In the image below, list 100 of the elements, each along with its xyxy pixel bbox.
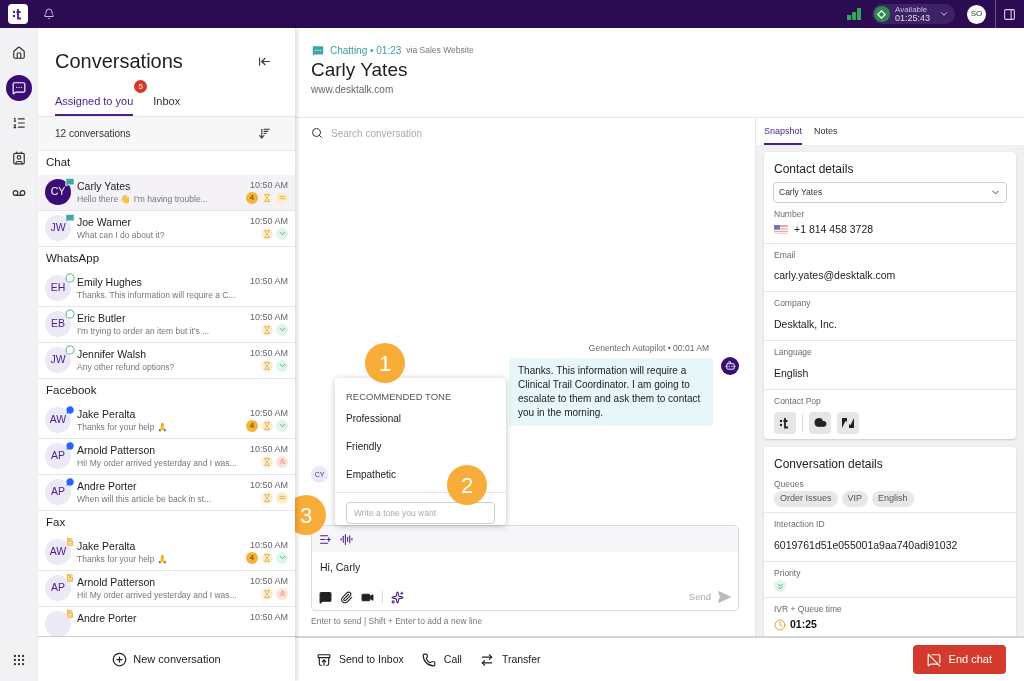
- conversation-item[interactable]: JW Joe Warner What can I do about it? 10:50 AM: [38, 210, 295, 247]
- avatar: EB: [45, 310, 71, 337]
- new-conversation-button[interactable]: New conversation: [112, 650, 221, 668]
- field-value: English: [774, 366, 809, 379]
- conversation-item[interactable]: Andre Porter 10:50 AM: [38, 606, 295, 636]
- field-value: +1 814 458 3728: [794, 221, 874, 237]
- contact-name: Arnold Patterson: [77, 574, 157, 589]
- transfer-arrows-icon: [479, 652, 494, 667]
- message-preview: Thanks. This information will require a C...: [77, 288, 236, 301]
- contact-select[interactable]: Carly Yates: [773, 182, 1007, 203]
- action-button[interactable]: Transfer: [479, 651, 541, 668]
- avatar: CY: [45, 178, 71, 205]
- apps-grid-icon[interactable]: [12, 653, 26, 667]
- field-label: Number: [774, 208, 805, 221]
- sparkles-icon[interactable]: [391, 590, 404, 604]
- contact-name: Jake Peralta: [77, 538, 137, 553]
- conversation-item[interactable]: EH Emily Hughes Thanks. This information will require a C... 10:50 AM: [38, 270, 295, 307]
- queue-tag: English: [872, 491, 914, 507]
- panel-toggle-icon[interactable]: [1003, 7, 1016, 21]
- conversation-item[interactable]: AP Arnold Patterson Hi! My order arrived yesterday and I was... 10:50 AM: [38, 570, 295, 607]
- collapse-icon[interactable]: [258, 54, 271, 68]
- avatar: JW: [45, 346, 71, 373]
- conversation-item[interactable]: EB Eric Butler I'm trying to order an item but it's ... 10:50 AM: [38, 306, 295, 343]
- inbox-icon: [317, 652, 331, 667]
- card-title: Conversation details: [773, 455, 884, 473]
- bell-icon[interactable]: [43, 8, 55, 20]
- contact-name: Jake Peralta: [77, 406, 137, 421]
- callout-marker: 3: [295, 495, 326, 535]
- group-heading: Chat: [45, 154, 72, 170]
- contact-name: Andre Porter: [77, 478, 138, 493]
- chat-bubble-icon: [65, 212, 75, 223]
- chevron-down-icon: [939, 9, 949, 19]
- status-selector[interactable]: Available 01:25:43: [871, 4, 955, 24]
- contact-name: Jennifer Walsh: [77, 346, 148, 361]
- chat-bubble-icon: [65, 176, 75, 187]
- cloud-icon[interactable]: [809, 411, 831, 434]
- conversation-item[interactable]: AP Andre Porter When will this article be back in st... 10:50 AM: [38, 474, 295, 511]
- field-label: Language: [774, 346, 812, 359]
- tab[interactable]: Inbox: [153, 93, 181, 116]
- avatar: AW: [45, 538, 71, 565]
- conversation-item[interactable]: AW Jake Peralta Thanks for your help 🙏 10:50 AM 4: [38, 534, 295, 571]
- group-heading: WhatsApp: [45, 250, 101, 266]
- tone-input[interactable]: Write a tone you want: [346, 502, 495, 525]
- app-logo-icon[interactable]: [774, 411, 796, 434]
- messenger-bubble-icon: [65, 404, 75, 415]
- card-title: Contact details: [773, 161, 855, 178]
- message-preview: Thanks for your help 🙏: [77, 420, 168, 433]
- conversation-item[interactable]: JW Jennifer Walsh Any other refund options? 10:50 AM: [38, 342, 295, 379]
- contact-title: Carly Yates: [311, 58, 409, 82]
- chat-off-icon: [926, 652, 941, 667]
- message-time: 10:50 AM: [249, 274, 288, 287]
- tone-option[interactable]: Friendly: [346, 438, 382, 454]
- message-preview: Hi! My order arrived yesterday and I was...: [77, 588, 237, 601]
- app-logo-icon[interactable]: [8, 4, 28, 24]
- message-time: 10:50 AM: [249, 310, 288, 323]
- send-icon: [717, 590, 731, 605]
- add-list-icon[interactable]: [319, 532, 332, 546]
- quick-reply-icon[interactable]: [319, 590, 332, 604]
- message-time: 10:50 AM: [249, 406, 288, 419]
- conversation-item[interactable]: AP Arnold Patterson Hi! My order arrived yesterday and I was... 10:50 AM: [38, 438, 295, 475]
- avatar: EH: [45, 274, 71, 301]
- action-button[interactable]: Send to Inbox: [317, 651, 404, 668]
- status-label: Available: [894, 5, 929, 14]
- field-label: IVR + Queue time: [774, 603, 842, 616]
- message-input[interactable]: Hi, Carly: [320, 560, 730, 576]
- user-avatar[interactable]: SO: [967, 4, 986, 24]
- conversation-item[interactable]: CY Carly Yates Hello there 👋 I'm having trouble... 10:50 AM 4: [38, 174, 295, 211]
- tab[interactable]: Notes: [814, 124, 838, 145]
- zigzag-logo-icon[interactable]: [837, 411, 859, 434]
- field-label: Email: [774, 248, 796, 262]
- action-button[interactable]: Call: [421, 651, 462, 668]
- field-value: 6019761d51e055001a9aa740adi91032: [774, 538, 958, 551]
- tone-option[interactable]: Professional: [346, 410, 402, 426]
- document-icon: [65, 608, 75, 619]
- attachment-icon[interactable]: [340, 590, 353, 604]
- conversation-item[interactable]: AW Jake Peralta Thanks for your help 🙏 10:50 AM 4: [38, 402, 295, 439]
- group-heading: Facebook: [45, 382, 98, 398]
- voice-tone-icon[interactable]: [340, 532, 353, 546]
- contact-website: www.desktalk.com: [311, 83, 395, 97]
- field-value: carly.yates@desktalk.com: [774, 269, 896, 282]
- tab[interactable]: Snapshot: [764, 124, 803, 145]
- status-timer: 01:25:43: [894, 14, 930, 23]
- sort-icon[interactable]: [258, 126, 271, 140]
- message-preview: Hi! My order arrived yesterday and I was...: [77, 456, 237, 469]
- panel-title: Conversations: [55, 49, 183, 74]
- search-field[interactable]: Search conversation: [331, 125, 755, 141]
- message-preview: Hello there 👋 I'm having trouble...: [77, 192, 208, 205]
- field-label: Interaction ID: [774, 517, 825, 531]
- message-time: 10:50 AM: [249, 538, 288, 551]
- count-badge: 5: [134, 80, 148, 93]
- end-chat-button[interactable]: End chat: [912, 645, 1006, 674]
- contact-name: Joe Warner: [77, 214, 132, 229]
- avatar: [45, 610, 71, 636]
- message-time: 10:50 AM: [249, 442, 288, 455]
- tone-heading: RECOMMENDED TONE: [345, 390, 453, 404]
- message-preview: I'm trying to order an item but it's ...: [77, 324, 210, 337]
- tab[interactable]: Assigned to you: [55, 93, 134, 116]
- field-label: Queues: [774, 477, 804, 491]
- tone-option[interactable]: Empathetic: [346, 466, 397, 482]
- flag-icon: [774, 225, 788, 235]
